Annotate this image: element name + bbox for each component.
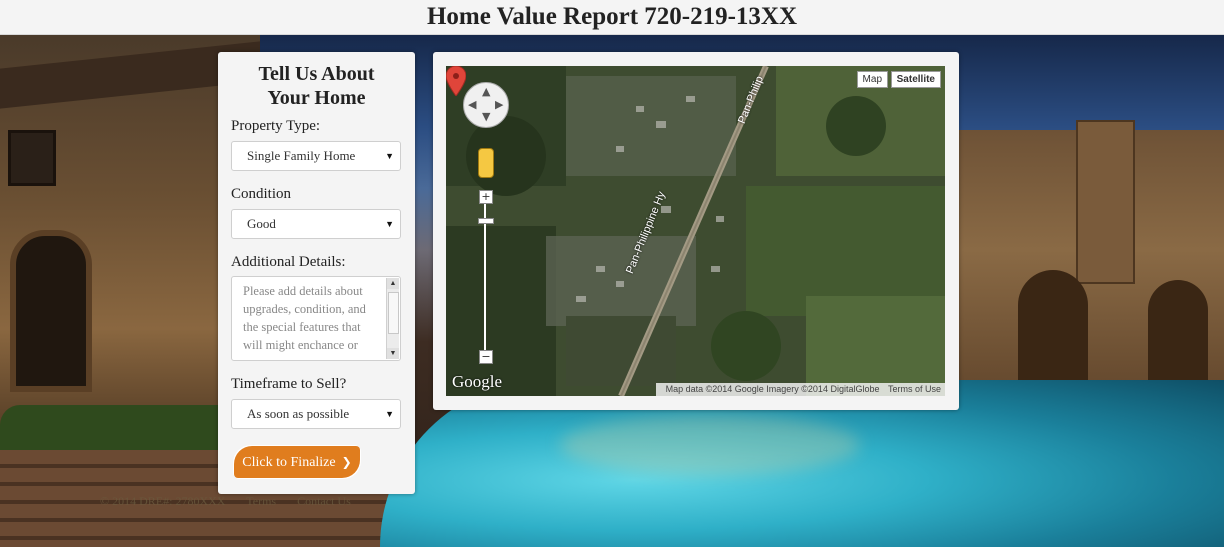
condition-value: Good [247, 216, 276, 231]
additional-details-label: Additional Details: [231, 254, 346, 270]
scroll-down-icon[interactable]: ▼ [387, 348, 399, 359]
attribution-text: Map data ©2014 Google Imagery ©2014 Digi… [665, 384, 880, 394]
timeframe-select[interactable]: As soon as possible ▼ [231, 399, 401, 429]
property-type-label: Property Type: [231, 118, 321, 134]
property-type-select[interactable]: Single Family Home ▼ [231, 141, 401, 171]
timeframe-value: As soon as possible [247, 406, 350, 421]
zoom-slider-track[interactable] [484, 204, 486, 354]
header-bar: Home Value Report 720-219-13XX [0, 0, 1224, 35]
zoom-slider-handle[interactable] [478, 218, 494, 224]
arched-window [10, 230, 92, 392]
pan-up-icon[interactable]: ▲ [482, 85, 490, 98]
dropdown-arrow-icon: ▼ [385, 151, 394, 161]
footer: © 2014 DRE#: 2780XXX Terms Contact Us [100, 494, 369, 509]
pool-glow [560, 415, 860, 475]
form-heading-line2: Your Home [267, 87, 366, 109]
condition-label: Condition [231, 186, 292, 202]
timeframe-label: Timeframe to Sell? [231, 376, 347, 392]
condition-select[interactable]: Good ▼ [231, 209, 401, 239]
map-panel: Map Satellite Pan-Philippine Hy Pan-Phil… [433, 52, 959, 410]
map-type-satellite-button[interactable]: Satellite [890, 71, 941, 88]
chevron-right-icon: ❯ [341, 455, 352, 469]
form-heading: Tell Us About Your Home [218, 62, 415, 110]
textarea-placeholder: Please add details about upgrades, condi… [243, 284, 366, 352]
zoom-in-button[interactable]: + [479, 190, 493, 204]
villa-tower [1076, 120, 1135, 284]
footer-contact-link[interactable]: Contact Us [297, 494, 351, 508]
map-type-map-button[interactable]: Map [856, 71, 888, 88]
google-logo[interactable]: Google [452, 372, 502, 392]
zoom-out-button[interactable]: − [479, 350, 493, 364]
dropdown-arrow-icon: ▼ [385, 219, 394, 229]
scroll-thumb[interactable] [388, 292, 399, 334]
dropdown-arrow-icon: ▼ [385, 409, 394, 419]
pan-left-icon[interactable]: ◀ [468, 98, 476, 111]
map-attribution: Map data ©2014 Google Imagery ©2014 Digi… [655, 383, 945, 396]
property-type-value: Single Family Home [247, 148, 356, 163]
home-details-form: Tell Us About Your Home Property Type: S… [218, 52, 415, 494]
satellite-imagery [446, 66, 945, 396]
villa-arch-2 [1148, 280, 1208, 390]
form-heading-line1: Tell Us About [258, 63, 375, 85]
pan-control[interactable]: ▲ ▼ ◀ ▶ [463, 82, 509, 128]
textarea-scrollbar[interactable]: ▲ ▼ [386, 278, 399, 359]
footer-copyright: © 2014 DRE#: 2780XXX [100, 494, 226, 508]
location-marker-icon[interactable] [446, 66, 466, 96]
pan-right-icon[interactable]: ▶ [495, 98, 503, 111]
wall-lamp [8, 130, 56, 186]
satellite-map[interactable]: Map Satellite Pan-Philippine Hy Pan-Phil… [446, 66, 945, 396]
terms-of-use-link[interactable]: Terms of Use [888, 384, 941, 394]
street-view-pegman-icon[interactable] [478, 148, 494, 178]
additional-details-textarea[interactable]: Please add details about upgrades, condi… [231, 276, 401, 361]
footer-terms-link[interactable]: Terms [246, 494, 276, 508]
page-title: Home Value Report 720-219-13XX [426, 3, 798, 30]
villa-arch [1018, 270, 1088, 390]
scroll-up-icon[interactable]: ▲ [387, 278, 399, 289]
finalize-label: Click to Finalize [242, 455, 336, 470]
finalize-button[interactable]: Click to Finalize ❯ [234, 446, 360, 478]
pan-down-icon[interactable]: ▼ [482, 110, 490, 123]
